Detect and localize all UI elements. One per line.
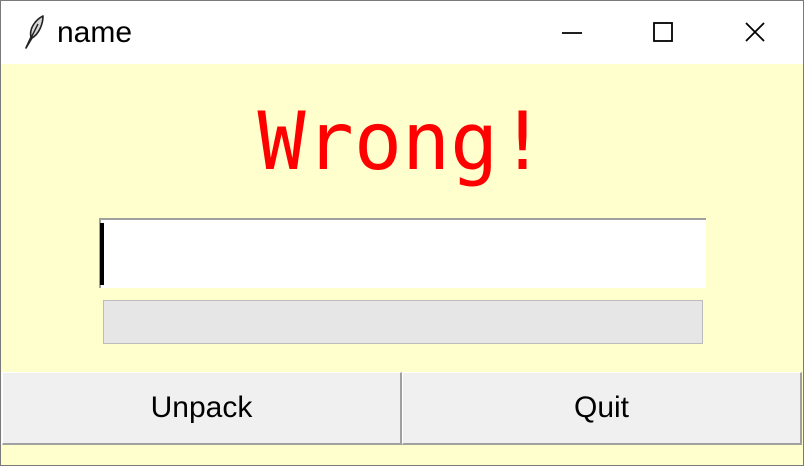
quit-button[interactable]: Quit (402, 372, 802, 445)
feather-icon (23, 15, 45, 49)
maximize-button[interactable] (617, 1, 707, 64)
unpack-button-label: Unpack (150, 391, 253, 424)
text-cursor (100, 223, 104, 285)
text-input[interactable] (99, 218, 706, 288)
title-bar[interactable]: name (1, 1, 803, 64)
quit-button-label: Quit (573, 391, 630, 424)
progress-bar (103, 300, 703, 344)
window-title: name (57, 16, 133, 49)
unpack-button[interactable]: Unpack (2, 372, 402, 445)
close-button[interactable] (709, 1, 799, 64)
result-message: Wrong! (257, 95, 547, 188)
minimize-button[interactable] (527, 1, 617, 64)
app-window: name Wrong! Unpack Quit (0, 0, 804, 466)
